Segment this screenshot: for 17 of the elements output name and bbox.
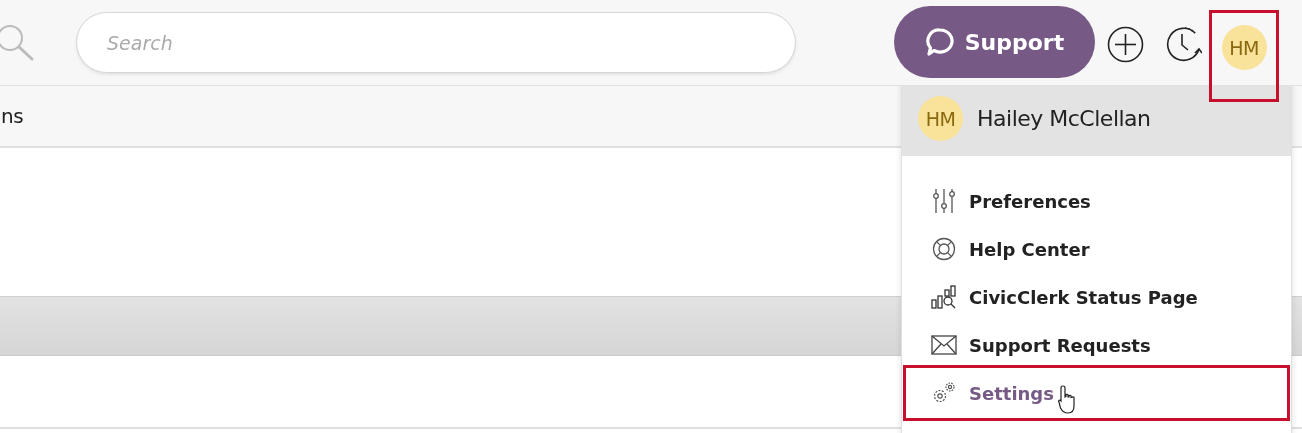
sliders-icon [933,188,955,214]
chart-search-icon [931,285,957,309]
clock-history-icon[interactable] [1165,25,1202,62]
lifebuoy-icon [932,237,956,261]
menu-item[interactable]: Settings [903,365,1290,421]
user-avatar: HM [918,96,963,141]
plus-icon[interactable] [1107,26,1144,63]
user-name: Hailey McClellan [977,106,1151,131]
section-title: ns [1,104,24,128]
menu-item[interactable]: Preferences [903,177,1290,225]
chat-bubble-icon [924,27,955,57]
envelope-icon [931,335,957,355]
gears-icon [932,382,956,404]
menu-item[interactable]: Help Center [903,225,1290,273]
support-button[interactable]: Support [894,6,1095,78]
menu-item[interactable]: CivicClerk Status Page [903,273,1290,321]
search-field[interactable]: Search [76,12,796,73]
